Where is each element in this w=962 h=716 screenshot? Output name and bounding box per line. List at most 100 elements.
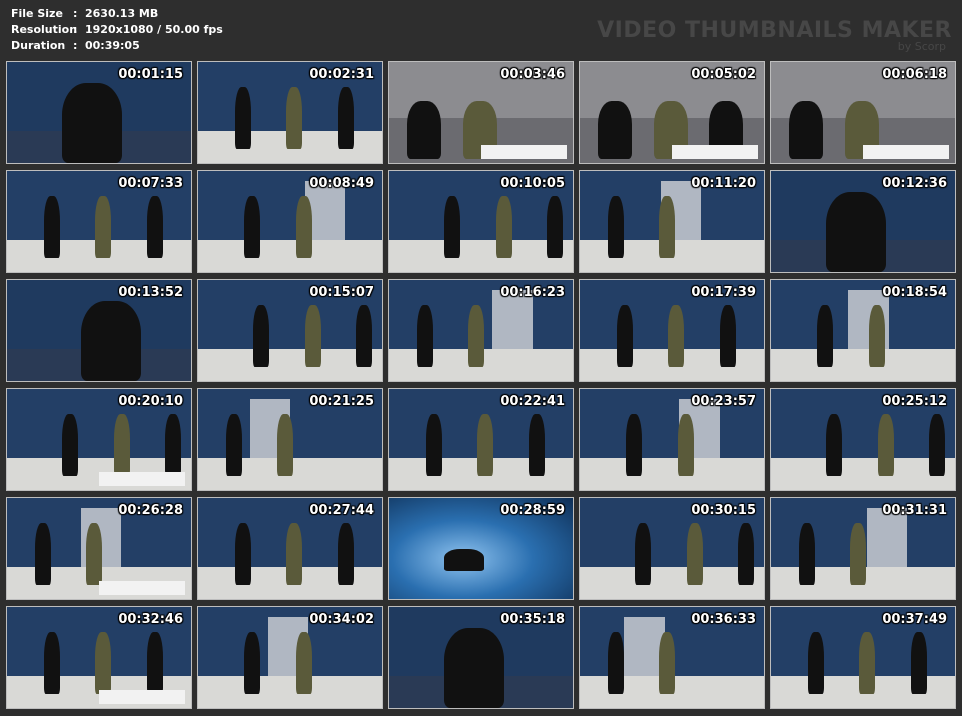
video-thumbnail[interactable]: 00:18:54: [770, 279, 956, 382]
person-silhouette: [444, 548, 485, 571]
video-thumbnail[interactable]: 00:02:31: [197, 61, 383, 164]
person-silhouette: [277, 413, 294, 476]
scene-floor: [771, 348, 955, 381]
person-silhouette: [528, 413, 545, 476]
person-silhouette: [677, 413, 694, 476]
video-thumbnail[interactable]: 00:01:15: [6, 61, 192, 164]
video-thumbnail[interactable]: 00:30:15: [579, 497, 765, 600]
table: [863, 144, 950, 159]
scene-floor: [580, 566, 764, 599]
person-silhouette: [859, 631, 876, 694]
timestamp-label: 00:32:46: [118, 612, 183, 627]
person-silhouette: [807, 631, 824, 694]
person-silhouette: [337, 522, 354, 585]
file-size-separator: :: [73, 7, 78, 20]
person-silhouette: [738, 522, 755, 585]
video-thumbnail[interactable]: 00:07:33: [6, 170, 192, 273]
person-silhouette: [356, 304, 373, 367]
person-silhouette: [62, 413, 79, 476]
timestamp-label: 00:30:15: [691, 503, 756, 518]
person-silhouette: [286, 522, 303, 585]
timestamp-label: 00:16:23: [500, 285, 565, 300]
video-thumbnail[interactable]: 00:17:39: [579, 279, 765, 382]
video-thumbnail[interactable]: 00:37:49: [770, 606, 956, 709]
timestamp-label: 00:08:49: [309, 176, 374, 191]
table: [672, 144, 759, 159]
video-thumbnail[interactable]: 00:31:31: [770, 497, 956, 600]
timestamp-label: 00:37:49: [882, 612, 947, 627]
table: [99, 471, 186, 486]
timestamp-label: 00:35:18: [500, 612, 565, 627]
person-silhouette: [234, 522, 251, 585]
person-silhouette: [468, 304, 485, 367]
video-thumbnail[interactable]: 00:25:12: [770, 388, 956, 491]
video-info: File Size : 2630.13 MB Resolution : 1920…: [11, 6, 223, 54]
video-thumbnail[interactable]: 00:34:02: [197, 606, 383, 709]
video-thumbnail[interactable]: 00:03:46: [388, 61, 574, 164]
video-thumbnail[interactable]: 00:13:52: [6, 279, 192, 382]
video-thumbnail[interactable]: 00:11:20: [579, 170, 765, 273]
person-silhouette: [253, 304, 270, 367]
scene-floor: [198, 675, 382, 708]
video-thumbnail[interactable]: 00:08:49: [197, 170, 383, 273]
person-silhouette: [635, 522, 652, 585]
table: [99, 580, 186, 595]
table: [481, 144, 568, 159]
file-size-row: File Size : 2630.13 MB: [11, 6, 223, 22]
person-silhouette: [826, 192, 887, 272]
file-size-label: File Size: [11, 7, 63, 20]
person-silhouette: [659, 631, 676, 694]
person-silhouette: [798, 522, 815, 585]
timestamp-label: 00:05:02: [691, 67, 756, 82]
timestamp-label: 00:02:31: [309, 67, 374, 82]
video-thumbnail[interactable]: 00:28:59: [388, 497, 574, 600]
person-silhouette: [607, 631, 624, 694]
video-thumbnail[interactable]: 00:22:41: [388, 388, 574, 491]
person-silhouette: [416, 304, 433, 367]
file-size-value: 2630.13 MB: [85, 7, 159, 20]
person-silhouette: [817, 304, 833, 367]
video-thumbnail[interactable]: 00:06:18: [770, 61, 956, 164]
table: [99, 689, 186, 704]
timestamp-label: 00:28:59: [500, 503, 565, 518]
person-silhouette: [598, 100, 633, 159]
video-thumbnail[interactable]: 00:05:02: [579, 61, 765, 164]
person-silhouette: [668, 304, 685, 367]
timestamp-label: 00:34:02: [309, 612, 374, 627]
video-thumbnail[interactable]: 00:10:05: [388, 170, 574, 273]
timestamp-label: 00:18:54: [882, 285, 947, 300]
video-thumbnail[interactable]: 00:27:44: [197, 497, 383, 600]
person-silhouette: [95, 195, 112, 258]
person-silhouette: [304, 304, 321, 367]
timestamp-label: 00:12:36: [882, 176, 947, 191]
video-thumbnail[interactable]: 00:20:10: [6, 388, 192, 491]
video-thumbnail[interactable]: 00:12:36: [770, 170, 956, 273]
person-silhouette: [225, 413, 242, 476]
person-silhouette: [547, 195, 564, 258]
person-silhouette: [495, 195, 512, 258]
timestamp-label: 00:36:33: [691, 612, 756, 627]
person-silhouette: [929, 413, 946, 476]
person-silhouette: [113, 413, 130, 476]
video-thumbnail[interactable]: 00:36:33: [579, 606, 765, 709]
timestamp-label: 00:26:28: [118, 503, 183, 518]
video-thumbnail[interactable]: 00:32:46: [6, 606, 192, 709]
timestamp-label: 00:31:31: [882, 503, 947, 518]
person-silhouette: [616, 304, 633, 367]
video-thumbnail[interactable]: 00:23:57: [579, 388, 765, 491]
person-silhouette: [337, 86, 354, 149]
timestamp-label: 00:10:05: [500, 176, 565, 191]
video-thumbnail[interactable]: 00:21:25: [197, 388, 383, 491]
person-silhouette: [444, 195, 461, 258]
video-thumbnail[interactable]: 00:35:18: [388, 606, 574, 709]
timestamp-label: 00:07:33: [118, 176, 183, 191]
video-thumbnail[interactable]: 00:16:23: [388, 279, 574, 382]
video-thumbnail[interactable]: 00:26:28: [6, 497, 192, 600]
resolution-row: Resolution : 1920x1080 / 50.00 fps: [11, 22, 223, 38]
timestamp-label: 00:03:46: [500, 67, 565, 82]
person-silhouette: [850, 522, 867, 585]
scene-floor: [198, 239, 382, 272]
timestamp-label: 00:15:07: [309, 285, 374, 300]
video-thumbnail[interactable]: 00:15:07: [197, 279, 383, 382]
person-silhouette: [910, 631, 927, 694]
